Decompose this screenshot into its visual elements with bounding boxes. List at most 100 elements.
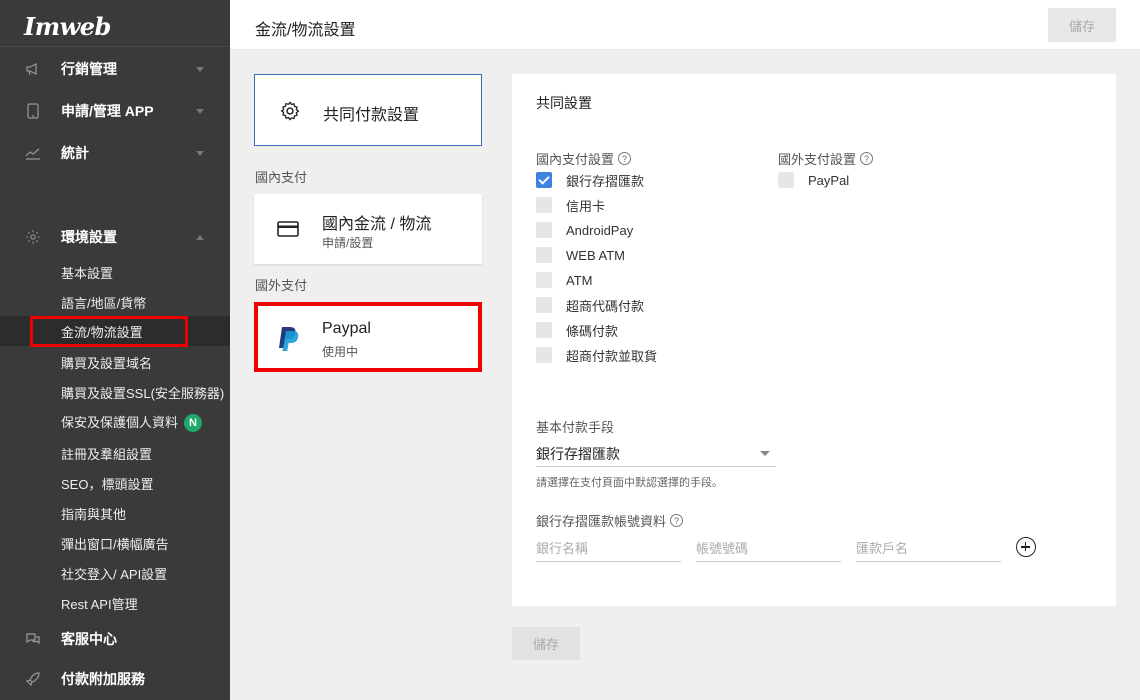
- checkbox-atm[interactable]: ATM: [536, 270, 592, 290]
- card-subtitle: 申請/設置: [322, 236, 374, 250]
- checkbox-label: 銀行存摺匯款: [566, 173, 645, 189]
- checkbox-label: 信用卡: [566, 198, 606, 214]
- sub-guide[interactable]: 指南與其他: [0, 498, 230, 528]
- bank-name-input[interactable]: [536, 536, 681, 562]
- card-label: 共同付款設置: [323, 107, 420, 124]
- add-icon[interactable]: [1016, 537, 1036, 557]
- sub-label: 保安及保護個人資料 N: [61, 412, 203, 433]
- sub-payment-shipping[interactable]: 金流/物流設置: [0, 316, 230, 347]
- sub-seo[interactable]: SEO，標頭設置: [0, 468, 230, 498]
- checkbox-label: AndroidPay: [566, 222, 634, 238]
- sub-social-api[interactable]: 社交登入/ API設置: [0, 558, 230, 588]
- bank-info-label-text: 銀行存摺匯款帳號資料: [536, 514, 667, 529]
- checkbox-barcode[interactable]: 條碼付款: [536, 320, 618, 340]
- panel-title: 共同設置: [536, 95, 592, 111]
- card-title: Paypal: [322, 320, 371, 337]
- new-badge: N: [184, 414, 203, 433]
- sub-rest-api[interactable]: Rest API管理: [0, 588, 230, 618]
- paypal-card[interactable]: Paypal 使用中: [254, 302, 482, 372]
- overseas-section-label: 國外支付: [255, 278, 308, 293]
- menu-marketing[interactable]: 行銷管理: [0, 54, 230, 84]
- chart-icon: [24, 144, 42, 162]
- default-method-label: 基本付款手段: [536, 420, 615, 435]
- logo[interactable]: Imweb: [24, 12, 111, 41]
- checkbox[interactable]: [778, 172, 794, 188]
- chevron-down-icon: [196, 150, 204, 156]
- common-payment-card[interactable]: 共同付款設置: [254, 74, 482, 146]
- chevron-down-icon: [196, 66, 204, 72]
- domestic-group-title: 國內支付設置 ?: [536, 149, 632, 168]
- menu-label: 付款附加服務: [61, 671, 145, 687]
- chevron-down-icon: [196, 108, 204, 114]
- checkbox[interactable]: [536, 297, 552, 313]
- chat-icon: [24, 630, 42, 648]
- gear-icon: [279, 100, 301, 122]
- checkbox-androidpay[interactable]: AndroidPay: [536, 220, 633, 240]
- account-holder-input[interactable]: [856, 536, 1001, 562]
- domestic-section-label: 國內支付: [255, 170, 308, 185]
- mobile-icon: [24, 102, 42, 120]
- checkbox-label: 超商付款並取貨: [566, 348, 658, 364]
- sub-member-groups[interactable]: 註冊及羣組設置: [0, 438, 230, 468]
- credit-card-icon: [277, 221, 299, 237]
- common-settings-panel: 共同設置 國內支付設置 ? 國外支付設置 ? 銀行存摺匯款 信用卡 Androi…: [512, 74, 1116, 606]
- help-icon[interactable]: ?: [860, 152, 874, 165]
- sub-label: 指南與其他: [61, 506, 127, 522]
- checkbox-credit-card[interactable]: 信用卡: [536, 195, 605, 215]
- sidebar-divider: [0, 46, 230, 47]
- checkbox[interactable]: [536, 347, 552, 363]
- domestic-payment-card[interactable]: 國內金流 / 物流 申請/設置: [254, 194, 482, 264]
- page-title: 金流/物流設置: [255, 22, 356, 39]
- bottom-save-button[interactable]: 儲存: [512, 627, 580, 660]
- menu-label: 環境設置: [61, 229, 117, 245]
- megaphone-icon: [24, 60, 42, 78]
- help-icon[interactable]: ?: [618, 152, 632, 165]
- menu-addons[interactable]: 付款附加服務: [0, 664, 230, 694]
- checkbox-cvs-code[interactable]: 超商代碼付款: [536, 295, 644, 315]
- checkbox-bank-transfer[interactable]: 銀行存摺匯款: [536, 170, 644, 190]
- help-icon[interactable]: ?: [670, 514, 684, 527]
- default-method-hint: 請選擇在支付頁面中默認選擇的手段。: [536, 477, 723, 489]
- checkbox-paypal[interactable]: PayPal: [778, 170, 849, 190]
- checkbox[interactable]: [536, 197, 552, 213]
- menu-label: 客服中心: [61, 631, 117, 647]
- checkbox-label: ATM: [566, 272, 593, 288]
- bank-info-label: 銀行存摺匯款帳號資料 ?: [536, 511, 684, 530]
- sub-label: 彈出窗口/横幅廣告: [61, 536, 169, 552]
- checkbox[interactable]: [536, 247, 552, 263]
- menu-app[interactable]: 申請/管理 APP: [0, 96, 230, 126]
- checkbox[interactable]: [536, 222, 552, 238]
- sub-label: 註冊及羣組設置: [61, 446, 153, 462]
- sub-popup-banner[interactable]: 彈出窗口/横幅廣告: [0, 528, 230, 558]
- sub-label-text: 保安及保護個人資料: [61, 414, 179, 430]
- group-title-text: 國外支付設置: [778, 152, 857, 167]
- select-value: 銀行存摺匯款: [536, 446, 620, 462]
- menu-label: 統計: [61, 145, 89, 161]
- rocket-icon: [24, 670, 42, 688]
- checkbox[interactable]: [536, 322, 552, 338]
- card-title: 國內金流 / 物流: [322, 216, 432, 233]
- save-button[interactable]: 儲存: [1048, 8, 1116, 42]
- menu-settings[interactable]: 環境設置: [0, 222, 230, 252]
- checkbox-label: 超商代碼付款: [566, 298, 645, 314]
- menu-support[interactable]: 客服中心: [0, 624, 230, 654]
- sub-label: 語言/地區/貨幣: [61, 295, 147, 311]
- checkbox[interactable]: [536, 272, 552, 288]
- menu-statistics[interactable]: 統計: [0, 138, 230, 168]
- account-number-input[interactable]: [696, 536, 841, 562]
- sub-basic-settings[interactable]: 基本設置: [0, 257, 230, 287]
- sub-label: 基本設置: [61, 265, 114, 281]
- group-title-text: 國內支付設置: [536, 152, 615, 167]
- default-method-select[interactable]: 銀行存摺匯款: [536, 439, 776, 467]
- sub-security[interactable]: 保安及保護個人資料 N: [0, 407, 230, 437]
- sub-ssl[interactable]: 購買及設置SSL(安全服務器): [0, 377, 230, 407]
- sub-domain[interactable]: 購買及設置域名: [0, 347, 230, 377]
- sub-label: Rest API管理: [61, 596, 138, 612]
- checkbox-label: PayPal: [808, 172, 850, 188]
- sub-label: 社交登入/ API設置: [61, 566, 168, 582]
- sub-language-region[interactable]: 語言/地區/貨幣: [0, 287, 230, 317]
- checkbox-checked[interactable]: [536, 172, 552, 188]
- top-bar: 金流/物流設置 儲存: [230, 0, 1140, 50]
- checkbox-cvs-pickup[interactable]: 超商付款並取貨: [536, 345, 657, 365]
- checkbox-web-atm[interactable]: WEB ATM: [536, 245, 625, 265]
